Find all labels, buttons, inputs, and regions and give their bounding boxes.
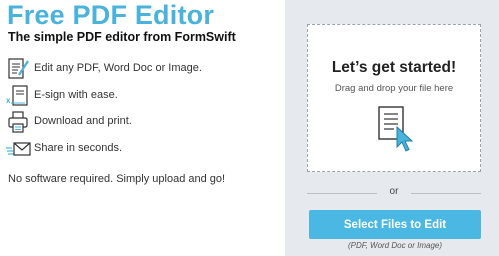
supported-formats-hint: (PDF, Word Doc or Image) bbox=[347, 241, 443, 250]
feature-edit: Edit any PDF, Word Doc or Image. bbox=[6, 57, 282, 81]
select-files-button[interactable]: Select Files to Edit bbox=[309, 210, 481, 239]
or-divider: or bbox=[307, 186, 481, 200]
or-label: or bbox=[389, 186, 399, 197]
dropzone-instructions: Drag and drop your file here bbox=[334, 83, 454, 94]
esign-icon: x bbox=[6, 84, 32, 108]
svg-text:x: x bbox=[6, 96, 11, 105]
document-cursor-icon bbox=[376, 105, 416, 155]
page-title: Free PDF Editor bbox=[7, 0, 215, 30]
page-subtitle: The simple PDF editor from FormSwift bbox=[8, 30, 236, 44]
no-software-note: No software required. Simply upload and … bbox=[8, 173, 226, 185]
printer-icon bbox=[6, 110, 32, 134]
feature-label: Edit any PDF, Word Doc or Image. bbox=[34, 62, 202, 74]
feature-share: Share in seconds. bbox=[6, 137, 282, 161]
feature-print: Download and print. bbox=[6, 110, 282, 134]
dropzone-heading: Let’s get started! bbox=[331, 59, 457, 76]
edit-document-icon bbox=[6, 57, 32, 81]
send-mail-icon bbox=[6, 137, 32, 161]
feature-label: Share in seconds. bbox=[34, 142, 123, 154]
feature-esign: x E-sign with ease. bbox=[6, 84, 282, 108]
file-dropzone[interactable]: Let’s get started! Drag and drop your fi… bbox=[307, 24, 481, 172]
divider-line bbox=[411, 193, 481, 194]
feature-label: Download and print. bbox=[34, 115, 132, 127]
feature-label: E-sign with ease. bbox=[34, 89, 118, 101]
intro-panel: Free PDF Editor The simple PDF editor fr… bbox=[0, 0, 284, 256]
upload-panel: Let’s get started! Drag and drop your fi… bbox=[285, 0, 499, 256]
